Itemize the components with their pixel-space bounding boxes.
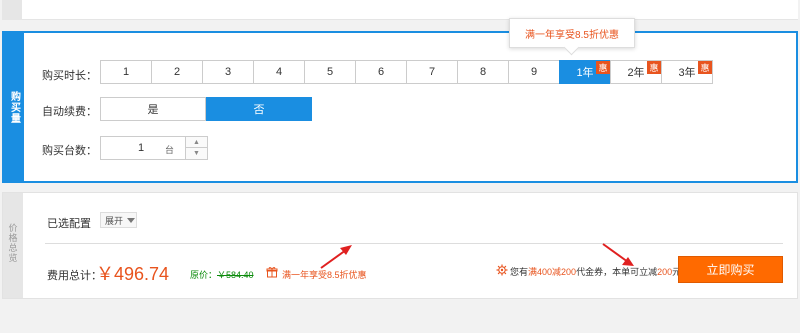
duration-option-1-year[interactable]: 1年 惠 bbox=[559, 60, 611, 84]
duration-option-1[interactable]: 1 bbox=[100, 60, 152, 84]
divider bbox=[45, 243, 783, 244]
expand-label: 展开 bbox=[105, 215, 124, 226]
auto-renew-label: 自动续费： bbox=[42, 106, 97, 118]
chevron-down-icon bbox=[127, 217, 136, 223]
duration-option-9[interactable]: 9 bbox=[508, 60, 560, 84]
discount-badge: 惠 bbox=[698, 61, 712, 74]
buy-now-button[interactable]: 立即购买 bbox=[678, 256, 783, 283]
expand-dropdown[interactable]: 展开 bbox=[100, 212, 137, 228]
duration-option-5[interactable]: 5 bbox=[304, 60, 356, 84]
quantity-stepper: 台 ▲ ▼ bbox=[100, 136, 208, 160]
auto-renew-yes[interactable]: 是 bbox=[100, 97, 206, 121]
previous-section-side bbox=[2, 0, 22, 20]
price-overview-panel: 价格总览 已选配置 展开 费用总计： ￥496.74 原价： ￥584.40 满… bbox=[2, 192, 798, 299]
coupon-icon bbox=[496, 264, 508, 276]
duration-option-6[interactable]: 6 bbox=[355, 60, 407, 84]
coupon-deduction: 200 bbox=[657, 267, 673, 277]
duration-option-2-year[interactable]: 2年 惠 bbox=[610, 60, 662, 84]
auto-renew-no[interactable]: 否 bbox=[206, 97, 312, 121]
discount-badge: 惠 bbox=[596, 61, 610, 74]
quantity-decrement-button[interactable]: ▼ bbox=[185, 148, 207, 159]
duration-option-3-year[interactable]: 3年 惠 bbox=[661, 60, 713, 84]
original-price: ￥584.40 bbox=[217, 270, 254, 280]
auto-renew-toggle: 是 否 bbox=[100, 97, 312, 121]
price-side-label: 价格总览 bbox=[7, 223, 18, 263]
previous-section-card bbox=[2, 0, 798, 20]
duration-option-2[interactable]: 2 bbox=[151, 60, 203, 84]
original-price-label: 原价： bbox=[190, 270, 218, 280]
coupon-notice: 您有满400减200代金券，本单可立减200元 bbox=[510, 267, 682, 277]
caret-down-icon: ▼ bbox=[193, 150, 200, 157]
total-fee-label: 费用总计： bbox=[47, 270, 102, 282]
price-side-tab: 价格总览 bbox=[3, 193, 23, 298]
promo-text: 满一年享受8.5折优惠 bbox=[282, 270, 367, 280]
duration-selector: 1 2 3 4 5 6 7 8 9 1年 惠 2年 惠 3年 惠 bbox=[100, 60, 713, 84]
total-price: ￥496.74 bbox=[96, 264, 170, 284]
gift-icon bbox=[266, 267, 278, 278]
quantity-input[interactable] bbox=[121, 140, 161, 156]
caret-up-icon: ▲ bbox=[193, 138, 200, 146]
quantity-label: 购买台数： bbox=[42, 145, 97, 157]
quantity-unit: 台 bbox=[165, 145, 175, 155]
purchase-quantity-panel: 购买量 购买时长： 1 2 3 4 5 6 7 8 9 1年 惠 2年 惠 3年… bbox=[2, 31, 798, 183]
purchase-side-tab: 购买量 bbox=[4, 33, 24, 181]
duration-label: 购买时长： bbox=[42, 70, 97, 82]
duration-option-4[interactable]: 4 bbox=[253, 60, 305, 84]
discount-tooltip: 满一年享受8.5折优惠 bbox=[509, 18, 635, 48]
selected-config-label: 已选配置 bbox=[47, 218, 91, 230]
duration-option-7[interactable]: 7 bbox=[406, 60, 458, 84]
purchase-side-label: 购买量 bbox=[8, 90, 20, 124]
discount-badge: 惠 bbox=[647, 61, 661, 74]
duration-option-3[interactable]: 3 bbox=[202, 60, 254, 84]
coupon-amount: 满400减200 bbox=[528, 267, 577, 277]
duration-option-8[interactable]: 8 bbox=[457, 60, 509, 84]
quantity-increment-button[interactable]: ▲ bbox=[185, 137, 207, 148]
